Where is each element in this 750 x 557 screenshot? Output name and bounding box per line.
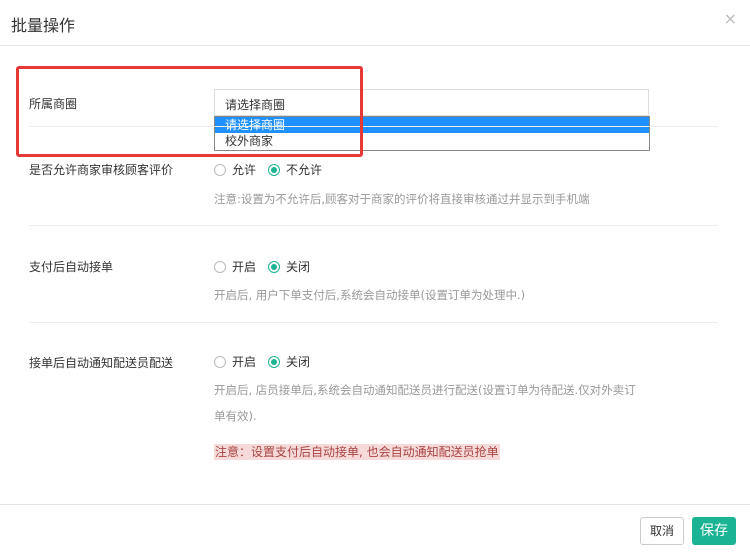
auto-accept-hint: 开启后, 用户下单支付后,系统会自动接单(设置订单为处理中.) <box>214 288 526 302</box>
dialog-header: 批量操作 × <box>0 0 750 46</box>
divider <box>29 225 718 226</box>
auto-accept-on-label[interactable]: 开启 <box>232 258 256 275</box>
auto-accept-on-radio[interactable] <box>214 260 226 273</box>
auto-notify-on-label[interactable]: 开启 <box>232 353 256 370</box>
close-icon[interactable]: × <box>724 11 737 27</box>
auto-notify-hint-line1: 开启后, 店员接单后,系统会自动通知配送员进行配送(设置订单为待配送.仅对外卖订 <box>214 383 636 397</box>
save-button[interactable]: 保存 <box>692 517 736 545</box>
review-label: 是否允许商家审核顾客评价 <box>29 163 174 177</box>
batch-operation-dialog: 批量操作 × 所属商圈 请选择商圈 请选择商圈 校外商家 是否允许商家审核顾客评… <box>0 0 750 557</box>
auto-accept-off-label[interactable]: 关闭 <box>286 258 310 275</box>
auto-notify-hint-line2: 单有效). <box>214 409 257 423</box>
auto-notify-off-radio[interactable] <box>268 355 281 368</box>
review-disallow-radio[interactable] <box>268 163 281 176</box>
highlight-box <box>16 66 363 157</box>
cancel-button[interactable]: 取消 <box>640 517 684 545</box>
auto-notify-off-label[interactable]: 关闭 <box>286 353 310 370</box>
dialog-title: 批量操作 <box>11 16 76 35</box>
review-radio-group: 允许 不允许 <box>214 161 334 178</box>
auto-notify-warning: 注意：设置支付后自动接单, 也会自动通知配送员抢单 <box>214 444 500 460</box>
auto-notify-radio-group: 开启 关闭 <box>214 353 322 370</box>
dialog-footer-divider <box>0 504 750 505</box>
auto-notify-label: 接单后自动通知配送员配送 <box>29 356 174 370</box>
review-allow-label[interactable]: 允许 <box>232 161 256 178</box>
divider <box>29 322 718 323</box>
review-allow-radio[interactable] <box>214 163 226 176</box>
auto-accept-radio-group: 开启 关闭 <box>214 258 322 275</box>
auto-accept-off-radio[interactable] <box>268 260 281 273</box>
review-disallow-label[interactable]: 不允许 <box>286 161 322 178</box>
auto-accept-label: 支付后自动接单 <box>29 260 114 274</box>
review-hint: 注意:设置为不允许后,顾客对于商家的评价将直接审核通过并显示到手机端 <box>214 192 590 206</box>
auto-notify-on-radio[interactable] <box>214 355 226 368</box>
